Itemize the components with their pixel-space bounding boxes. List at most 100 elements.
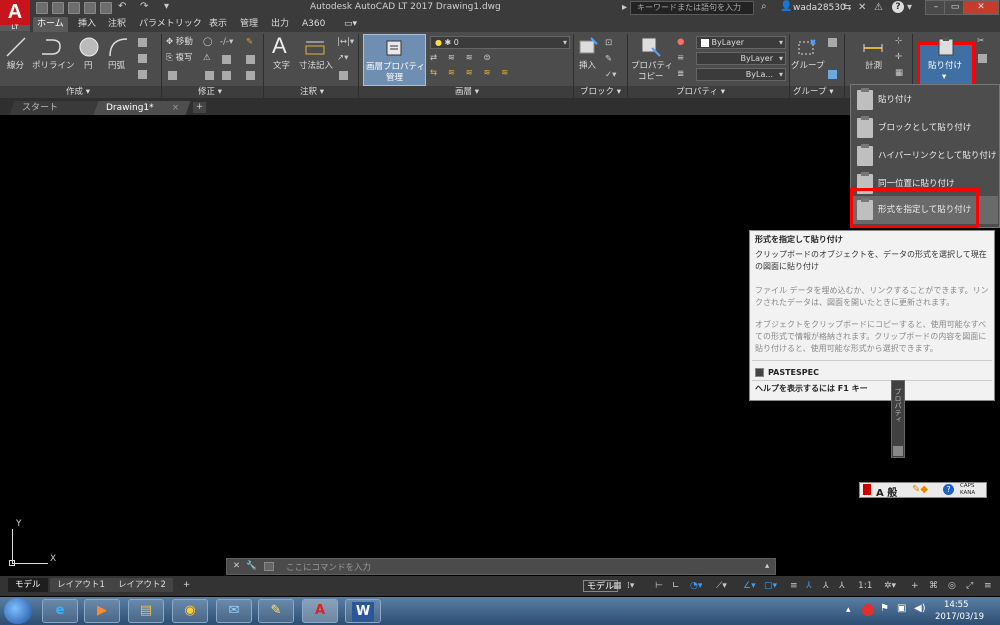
groups-panel-title[interactable]: グループ ▾: [793, 86, 833, 98]
qat-dropdown-icon[interactable]: ▾: [164, 1, 169, 12]
table-icon[interactable]: [339, 71, 348, 80]
tab-insert[interactable]: 挿入: [74, 17, 100, 32]
draw-panel-title[interactable]: 作成 ▾: [66, 86, 90, 98]
create-block-icon[interactable]: ⊡: [605, 38, 612, 49]
snap-icon[interactable]: ⁞▾: [627, 580, 634, 592]
dimension-icon[interactable]: [304, 36, 326, 58]
layout-tab-layout2[interactable]: レイアウト2: [111, 578, 173, 592]
save-as-icon[interactable]: [84, 2, 96, 14]
arc-icon[interactable]: [107, 36, 129, 58]
insert-label[interactable]: 挿入: [579, 61, 596, 72]
palette-icon[interactable]: [893, 446, 903, 456]
arc-label[interactable]: 円弧: [108, 61, 125, 72]
tray-expand-icon[interactable]: ▴: [846, 605, 851, 615]
line-label[interactable]: 線分: [7, 61, 24, 72]
isodraft-icon[interactable]: ⟋▾: [716, 580, 727, 592]
dimension-label[interactable]: 寸法記入: [299, 61, 333, 72]
command-input[interactable]: ここにコマンドを入力: [286, 561, 371, 573]
tray-flag-icon[interactable]: ⚑: [880, 603, 889, 614]
menu-item-paste-as-hyperlink[interactable]: ハイパーリンクとして貼り付け: [852, 142, 998, 170]
edit-block-icon[interactable]: ✎: [605, 54, 612, 65]
command-close-icon[interactable]: ✕: [233, 561, 240, 572]
polyline-icon[interactable]: [40, 36, 62, 58]
linear-dim-icon[interactable]: |↔|▾: [337, 37, 354, 48]
lineweight-dropdown[interactable]: ByLa...: [696, 68, 786, 81]
linetype-dropdown[interactable]: ByLayer: [696, 52, 786, 65]
attribute-icon[interactable]: ✓▾: [605, 70, 616, 81]
application-menu-button[interactable]: A LT: [0, 0, 30, 32]
move-tool[interactable]: ✥ 移動: [166, 37, 193, 48]
color-dropdown[interactable]: ByLayer: [696, 36, 786, 49]
erase-icon[interactable]: ✎: [246, 37, 253, 48]
circle-icon[interactable]: [78, 36, 100, 58]
match-properties-label-2[interactable]: コピー: [638, 72, 664, 83]
doc-tab-start[interactable]: スタート: [9, 101, 99, 115]
add-layout-button[interactable]: +: [176, 578, 197, 592]
tab-annotate[interactable]: 注釈: [104, 17, 130, 32]
annotation-monitor-icon[interactable]: +: [911, 580, 919, 592]
insert-block-icon[interactable]: [577, 36, 599, 58]
cut-icon[interactable]: ✂: [977, 36, 984, 47]
new-file-icon[interactable]: [36, 2, 48, 14]
layer-properties-button[interactable]: 画層プロパティ 管理: [363, 34, 426, 86]
customize-status-icon[interactable]: ≡: [984, 580, 992, 592]
annotation-panel-title[interactable]: 注釈 ▾: [300, 86, 324, 98]
group-select-icon[interactable]: [828, 70, 837, 79]
quick-calc-icon[interactable]: ⊹: [895, 36, 902, 47]
layers-panel-title[interactable]: 画層 ▾: [455, 86, 479, 98]
tab-a360[interactable]: A360: [298, 17, 329, 32]
line-icon[interactable]: [5, 36, 27, 58]
doc-tab-close-icon[interactable]: ×: [172, 103, 179, 114]
text-label[interactable]: 文字: [273, 61, 290, 72]
osnap-tracking-icon[interactable]: ∠▾: [743, 580, 756, 592]
expand-arrow-icon[interactable]: ▸: [622, 2, 627, 13]
copy-tool[interactable]: ⎘ 複写: [166, 53, 193, 64]
layout-tab-model[interactable]: モデル: [8, 578, 48, 592]
circle-label[interactable]: 円: [84, 61, 93, 72]
ime-tools-icon[interactable]: ✎◆: [912, 484, 928, 495]
command-customize-icon[interactable]: 🔧: [246, 561, 257, 572]
rotate-icon[interactable]: ◯: [203, 37, 213, 48]
exchange-icon[interactable]: ✕: [858, 2, 866, 13]
isolate-objects-icon[interactable]: ◎: [948, 580, 956, 592]
clock-time[interactable]: 14:55: [944, 600, 969, 610]
clock-date[interactable]: 2017/03/19: [935, 612, 984, 622]
binoculars-icon[interactable]: ⌕: [761, 1, 767, 12]
workspace-gear-icon[interactable]: ✲▾: [884, 580, 896, 592]
auto-scale-icon[interactable]: ⅄: [839, 580, 845, 592]
properties-panel-title[interactable]: プロパティ ▾: [676, 86, 725, 98]
save-icon[interactable]: [68, 2, 80, 14]
ungroup-icon[interactable]: [828, 38, 837, 47]
username-label[interactable]: wada28530: [793, 3, 846, 13]
annotation-scale-icon[interactable]: ⅄: [806, 580, 812, 592]
lineweight-toggle-icon[interactable]: ≡: [790, 580, 798, 592]
region-icon[interactable]: [138, 70, 147, 79]
tab-extra-icon[interactable]: ▭▾: [340, 17, 361, 32]
plot-icon[interactable]: [100, 2, 112, 14]
mirror-icon[interactable]: ⚠: [203, 53, 211, 64]
annotation-scale-value[interactable]: 1:1: [858, 580, 872, 592]
units-icon[interactable]: ⌘: [929, 580, 938, 592]
ime-help-icon[interactable]: ?: [943, 484, 954, 495]
ortho-icon[interactable]: ∟: [672, 580, 680, 592]
signin-icon[interactable]: ⚠: [874, 2, 883, 13]
tray-network-icon[interactable]: ▣: [897, 603, 906, 614]
layer-tools-row1[interactable]: ⇄ ≋ ≋ ⊜: [430, 53, 495, 64]
id-point-icon[interactable]: ✛: [895, 52, 902, 63]
menu-item-paste-as-block[interactable]: ブロックとして貼り付け: [852, 114, 998, 142]
tab-output[interactable]: 出力: [267, 17, 293, 32]
calculator-icon[interactable]: ▦: [895, 68, 903, 79]
cart-icon[interactable]: ⇆: [843, 2, 851, 13]
group-icon[interactable]: [797, 36, 819, 58]
explode-icon[interactable]: [246, 55, 255, 64]
layout-tab-layout1[interactable]: レイアウト1: [50, 578, 112, 592]
tray-volume-icon[interactable]: ◀): [914, 603, 926, 614]
modify-panel-title[interactable]: 修正 ▾: [198, 86, 222, 98]
tray-ime-icon[interactable]: [862, 604, 874, 616]
grid-icon[interactable]: ▦: [613, 580, 622, 592]
clean-screen-icon[interactable]: ⤢: [966, 580, 973, 592]
polyline-label[interactable]: ポリライン: [32, 61, 75, 72]
group-label[interactable]: グループ: [791, 61, 825, 72]
start-button[interactable]: [4, 598, 32, 624]
search-input[interactable]: キーワードまたは語句を入力: [630, 1, 754, 15]
